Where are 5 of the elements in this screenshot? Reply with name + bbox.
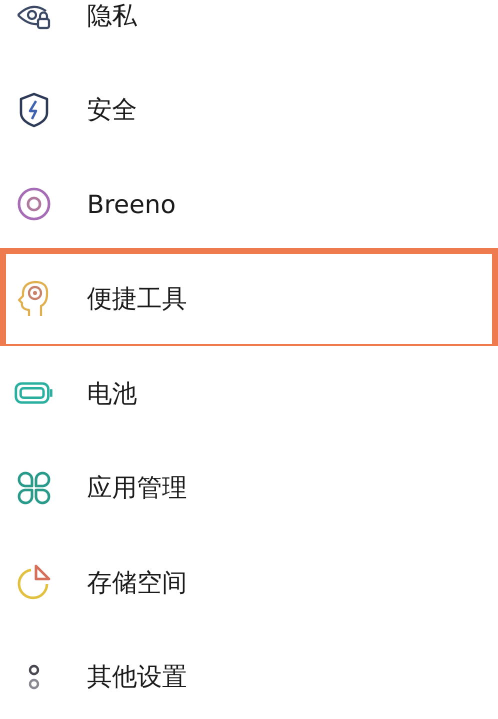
battery-icon	[14, 380, 54, 406]
target-icon	[15, 185, 53, 224]
shield-bolt-icon	[17, 90, 51, 129]
head-icon	[17, 278, 51, 318]
four-leaf-icon	[16, 470, 52, 506]
